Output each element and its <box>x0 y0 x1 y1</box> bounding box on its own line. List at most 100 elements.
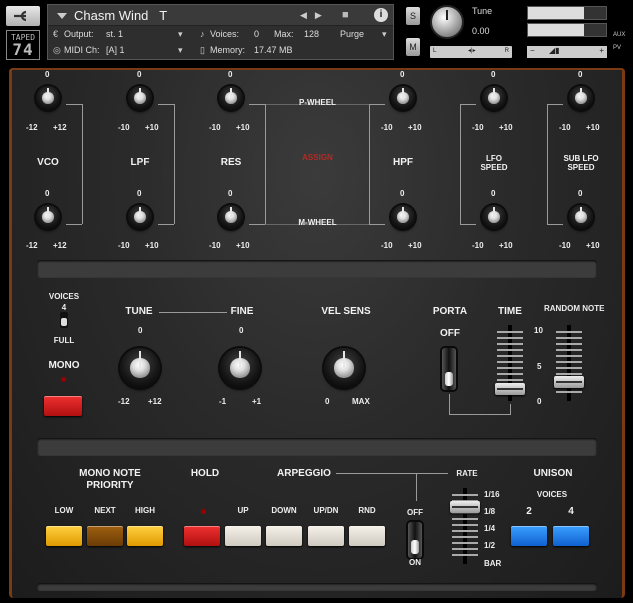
lpf-top-knob[interactable] <box>128 86 152 110</box>
fine-section-label: FINE <box>230 306 254 317</box>
max-value[interactable]: 128 <box>304 29 319 39</box>
arp-rnd-button[interactable] <box>349 526 385 546</box>
collapse-icon[interactable] <box>57 13 67 19</box>
sub-lfo-speed-bottom-max: +10 <box>586 241 600 250</box>
rate-label: RATE <box>456 469 478 478</box>
random-note-slider[interactable] <box>552 325 586 401</box>
sub-lfo-speed-bracket-top <box>547 104 563 105</box>
mono-led <box>61 377 66 382</box>
prev-next-arrows-icon[interactable]: ◀▶ <box>300 10 330 21</box>
updn-label: UP/DN <box>313 506 339 515</box>
tune-knob[interactable] <box>430 5 464 39</box>
slider-rung <box>556 367 582 369</box>
pan-slider[interactable]: L ◂|▸ R <box>430 46 512 58</box>
hpf-bottom-knob[interactable] <box>391 205 415 229</box>
wrench-icon[interactable] <box>6 6 40 26</box>
sub-lfo-speed-bottom-knob[interactable] <box>569 205 593 229</box>
pv-label[interactable]: PV <box>613 45 621 51</box>
porta-connector-v2 <box>510 404 511 415</box>
max-label: Max: <box>274 29 294 39</box>
random-tick-10: 10 <box>534 326 543 335</box>
fine-knob[interactable] <box>220 348 260 388</box>
output-icon: € <box>53 29 59 39</box>
hpf-top-value: 0 <box>400 70 405 79</box>
res-bottom-min: -10 <box>209 241 221 250</box>
sub-lfo-speed-top-max: +10 <box>586 123 600 132</box>
velsens-label: VEL SENS <box>321 306 371 317</box>
output-value[interactable]: st. 1 <box>106 29 123 39</box>
camera-icon[interactable]: ■ <box>342 9 349 21</box>
hold-label: HOLD <box>190 468 220 479</box>
volume-slider[interactable]: − ◢▮ + <box>527 46 607 58</box>
rate-tick-1-4: 1/4 <box>484 524 496 533</box>
unison-4-button[interactable] <box>553 526 589 546</box>
midi-dropdown-icon[interactable]: ▾ <box>178 45 183 56</box>
priority-low-button[interactable] <box>46 526 82 546</box>
tune-top-value: 0 <box>138 326 143 335</box>
rate-tick-1-2: 1/2 <box>484 541 496 550</box>
res-top-max: +10 <box>236 123 250 132</box>
mute-button[interactable]: M <box>406 38 420 56</box>
taped-logo: TAPED 74 <box>6 30 40 60</box>
random-slider-thumb[interactable] <box>554 376 584 389</box>
lpf-bottom-knob[interactable] <box>128 205 152 229</box>
porta-toggle[interactable] <box>442 348 456 390</box>
lfo-speed-top-knob[interactable] <box>482 86 506 110</box>
velsens-knob[interactable] <box>324 348 364 388</box>
vco-top-knob[interactable] <box>36 86 60 110</box>
slider-rung <box>556 373 582 375</box>
tune-section-label: TUNE <box>125 306 153 317</box>
priority-next-button[interactable] <box>87 526 123 546</box>
arp-down-button[interactable] <box>266 526 302 546</box>
slider-rung <box>556 355 582 357</box>
res-top-knob[interactable] <box>219 86 243 110</box>
arp-updn-button[interactable] <box>308 526 344 546</box>
hpf-bracket-bottom <box>369 224 385 225</box>
slider-rung <box>556 349 582 351</box>
info-icon[interactable]: i <box>374 8 388 22</box>
res-bottom-max: +10 <box>236 241 250 250</box>
unison-2-button[interactable] <box>511 526 547 546</box>
assign-label[interactable]: ASSIGN <box>275 153 360 162</box>
mono-button[interactable] <box>44 396 82 416</box>
slider-rung <box>452 518 478 520</box>
voices-label: VOICES <box>48 292 80 301</box>
res-bottom-knob[interactable] <box>219 205 243 229</box>
output-dropdown-icon[interactable]: ▾ <box>178 29 183 40</box>
arp-on-off-toggle[interactable] <box>408 522 422 558</box>
hpf-top-knob[interactable] <box>391 86 415 110</box>
aux-label[interactable]: AUX <box>613 32 625 38</box>
lfo-speed-top-value: 0 <box>491 70 496 79</box>
instrument-name-row: Chasm Wind T ◀▶ ■ i <box>48 5 393 26</box>
slider-rung <box>497 343 523 345</box>
arp-rate-slider[interactable] <box>448 488 482 564</box>
kontakt-header: TAPED 74 Chasm Wind T ◀▶ ■ i € Output: s… <box>0 0 633 66</box>
sub-lfo-speed-bracket-v <box>547 104 548 224</box>
purge-menu[interactable]: Purge <box>340 29 364 39</box>
rate-slider-thumb[interactable] <box>450 500 480 513</box>
tune-knob[interactable] <box>120 348 160 388</box>
voices-toggle[interactable] <box>60 312 68 328</box>
time-slider-thumb[interactable] <box>495 382 525 395</box>
level-meter-right <box>527 23 607 37</box>
res-bracket-bottom <box>249 224 265 225</box>
random-tick-0: 0 <box>537 397 542 406</box>
res-top-value: 0 <box>228 70 233 79</box>
mono-label: MONO <box>48 360 80 371</box>
slider-rung <box>556 391 582 393</box>
solo-button[interactable]: S <box>406 7 420 25</box>
time-slider[interactable] <box>493 325 527 401</box>
priority-high-button[interactable] <box>127 526 163 546</box>
mwheel-label: M-WHEEL <box>298 218 337 227</box>
hold-button[interactable] <box>184 526 220 546</box>
lfo-speed-bottom-knob[interactable] <box>482 205 506 229</box>
midi-value[interactable]: [A] 1 <box>106 45 125 55</box>
arp-up-button[interactable] <box>225 526 261 546</box>
slider-rung <box>556 343 582 345</box>
purge-dropdown-icon[interactable]: ▾ <box>382 29 387 40</box>
voices-4-label: 4 <box>61 303 67 312</box>
sub-lfo-speed-bottom-value: 0 <box>578 189 583 198</box>
instrument-name[interactable]: Chasm Wind <box>74 8 148 23</box>
vco-bottom-knob[interactable] <box>36 205 60 229</box>
sub-lfo-speed-top-knob[interactable] <box>569 86 593 110</box>
